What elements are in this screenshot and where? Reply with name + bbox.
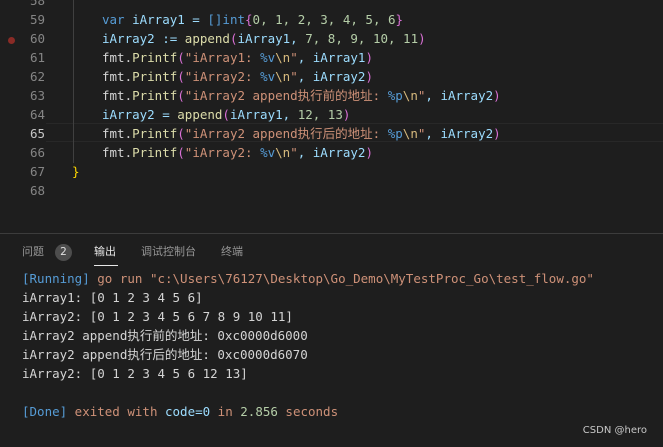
- line-number: 61: [29, 50, 45, 65]
- code-text[interactable]: fmt.Printf("iArray2 append执行后的地址: %p\n",…: [102, 124, 501, 143]
- tab-output[interactable]: 输出: [94, 244, 116, 260]
- code-line: 65 fmt.Printf("iArray2 append执行后的地址: %p\…: [0, 124, 663, 143]
- line-number: 60: [29, 31, 45, 46]
- code-line: 64 iArray2 = append(iArray1, 12, 13): [0, 105, 663, 124]
- code-text[interactable]: }: [72, 162, 80, 181]
- code-text[interactable]: var iArray1 = []int{0, 1, 2, 3, 4, 5, 6}: [102, 10, 403, 29]
- tab-terminal[interactable]: 终端: [221, 244, 243, 260]
- line-number: 63: [29, 88, 45, 103]
- code-line: 67 }: [0, 162, 663, 181]
- code-line: 62 fmt.Printf("iArray2: %v\n", iArray2): [0, 67, 663, 86]
- code-line: 68: [0, 181, 663, 200]
- code-text[interactable]: iArray2 = append(iArray1, 12, 13): [102, 105, 350, 124]
- active-tab-indicator: [94, 265, 118, 266]
- line-number: 58: [29, 0, 45, 8]
- line-number: 59: [29, 12, 45, 27]
- watermark: CSDN @hero: [582, 425, 647, 436]
- line-number: 65: [29, 126, 45, 141]
- code-line: 59 var iArray1 = []int{0, 1, 2, 3, 4, 5,…: [0, 10, 663, 29]
- problems-count-badge: 2: [55, 244, 72, 261]
- panel-tabs: 问题 2 输出 调试控制台 终端: [0, 234, 663, 270]
- output-line: iArray2 append执行后的地址: 0xc0000d6070: [22, 347, 308, 362]
- code-text[interactable]: fmt.Printf("iArray2: %v\n", iArray2): [102, 67, 373, 86]
- line-number: 68: [29, 183, 45, 198]
- code-text[interactable]: fmt.Printf("iArray1: %v\n", iArray1): [102, 48, 373, 67]
- tab-debug-console[interactable]: 调试控制台: [141, 244, 196, 260]
- output-line: iArray2: [0 1 2 3 4 5 6 12 13]: [22, 366, 248, 381]
- code-line: 58: [0, 0, 663, 10]
- output-line: [Done] exited with code=0 in 2.856 secon…: [22, 404, 339, 419]
- code-line: 60 iArray2 := append(iArray1, 7, 8, 9, 1…: [0, 29, 663, 48]
- output-line: iArray2 append执行前的地址: 0xc0000d6000: [22, 328, 308, 343]
- code-text[interactable]: fmt.Printf("iArray2 append执行前的地址: %p\n",…: [102, 86, 501, 105]
- code-text[interactable]: iArray2 := append(iArray1, 7, 8, 9, 10, …: [102, 29, 426, 48]
- code-line: 61 fmt.Printf("iArray1: %v\n", iArray1): [0, 48, 663, 67]
- bottom-panel: 问题 2 输出 调试控制台 终端 [Running] go run "c:\Us…: [0, 233, 663, 447]
- line-number: 64: [29, 107, 45, 122]
- code-editor[interactable]: 58 59 var iArray1 = []int{0, 1, 2, 3, 4,…: [0, 0, 663, 232]
- output-line: [Running] go run "c:\Users\76127\Desktop…: [22, 271, 594, 286]
- line-number: 67: [29, 164, 45, 179]
- output-line: iArray1: [0 1 2 3 4 5 6]: [22, 290, 203, 305]
- code-text[interactable]: fmt.Printf("iArray2: %v\n", iArray2): [102, 143, 373, 162]
- line-number: 62: [29, 69, 45, 84]
- tab-problems[interactable]: 问题: [22, 244, 44, 260]
- output-line: iArray2: [0 1 2 3 4 5 6 7 8 9 10 11]: [22, 309, 293, 324]
- line-number: 66: [29, 145, 45, 160]
- code-line: 66 fmt.Printf("iArray2: %v\n", iArray2): [0, 143, 663, 162]
- code-line: 63 fmt.Printf("iArray2 append执行前的地址: %p\…: [0, 86, 663, 105]
